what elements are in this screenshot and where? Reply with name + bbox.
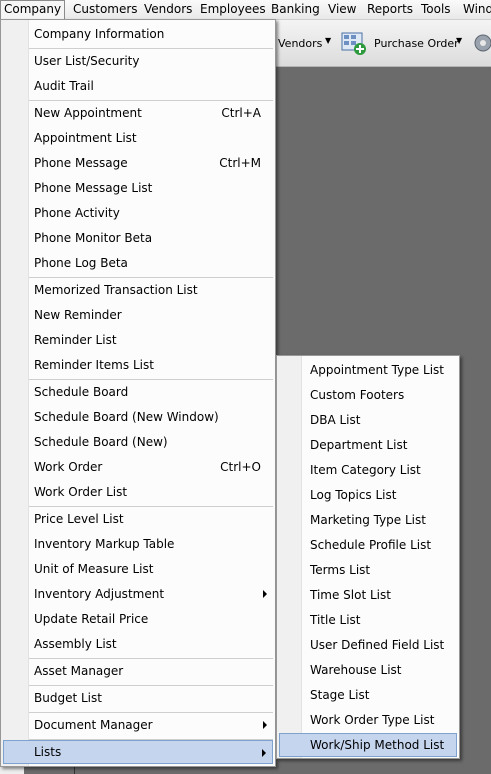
menu-item-user-defined-field-list[interactable]: User Defined Field List (279, 633, 457, 657)
menu-item-update-retail-price[interactable]: Update Retail Price (3, 607, 273, 631)
shortcut-label: Ctrl+A (221, 106, 261, 120)
menu-item-schedule-profile-list[interactable]: Schedule Profile List (279, 533, 457, 557)
menu-item-title-list[interactable]: Title List (279, 608, 457, 632)
menu-item-inventory-markup-table[interactable]: Inventory Markup Table (3, 532, 273, 556)
menu-item-document-manager[interactable]: Document Manager (3, 713, 273, 737)
menu-item-price-level-list[interactable]: Price Level List (3, 507, 273, 531)
menu-item-phone-log-beta[interactable]: Phone Log Beta (3, 251, 273, 275)
company-dropdown-menu: Company Information User List/Security A… (0, 19, 276, 767)
menu-item-assembly-list[interactable]: Assembly List (3, 632, 273, 656)
menu-item-schedule-board-new[interactable]: Schedule Board (New) (3, 430, 273, 454)
menu-item-unit-of-measure-list[interactable]: Unit of Measure List (3, 557, 273, 581)
menu-item-warehouse-list[interactable]: Warehouse List (279, 658, 457, 682)
menu-company[interactable]: Company (0, 0, 66, 19)
menu-item-work-order-list[interactable]: Work Order List (3, 480, 273, 504)
menu-item-stage-list[interactable]: Stage List (279, 683, 457, 707)
submenu-arrow-icon (263, 721, 267, 729)
menu-item-new-appointment[interactable]: New Appointment Ctrl+A (3, 101, 273, 125)
menu-item-asset-manager[interactable]: Asset Manager (3, 659, 273, 683)
chevron-down-icon[interactable]: ▼ (325, 36, 331, 45)
menu-item-marketing-type-list[interactable]: Marketing Type List (279, 508, 457, 532)
menu-item-audit-trail[interactable]: Audit Trail (3, 74, 273, 98)
menu-item-user-list-security[interactable]: User List/Security (3, 49, 273, 73)
menu-item-schedule-board-new-window[interactable]: Schedule Board (New Window) (3, 405, 273, 429)
menu-item-work-ship-method-list[interactable]: Work/Ship Method List (279, 733, 457, 757)
menu-view[interactable]: View (325, 0, 359, 19)
menu-item-work-order[interactable]: Work Order Ctrl+O (3, 455, 273, 479)
submenu-arrow-icon (262, 749, 266, 757)
menu-item-budget-list[interactable]: Budget List (3, 686, 273, 710)
menu-bar: Company Customers Vendors Employees Bank… (0, 0, 491, 20)
menu-tools[interactable]: Tools (418, 0, 454, 19)
shortcut-label: Ctrl+M (219, 156, 261, 170)
menu-item-custom-footers[interactable]: Custom Footers (279, 383, 457, 407)
lists-submenu: Appointment Type List Custom Footers DBA… (276, 355, 460, 759)
menu-item-schedule-board[interactable]: Schedule Board (3, 380, 273, 404)
menu-item-time-slot-list[interactable]: Time Slot List (279, 583, 457, 607)
purchase-order-toolbar-button[interactable]: Purchase Order (374, 37, 459, 50)
menu-item-reminder-items-list[interactable]: Reminder Items List (3, 353, 273, 377)
menu-item-phone-message-list[interactable]: Phone Message List (3, 176, 273, 200)
menu-customers[interactable]: Customers (70, 0, 141, 19)
menu-item-dba-list[interactable]: DBA List (279, 408, 457, 432)
menu-item-appointment-list[interactable]: Appointment List (3, 126, 273, 150)
menu-item-memorized-transaction-list[interactable]: Memorized Transaction List (3, 278, 273, 302)
menu-item-item-category-list[interactable]: Item Category List (279, 458, 457, 482)
menu-banking[interactable]: Banking (268, 0, 323, 19)
menu-item-phone-message[interactable]: Phone Message Ctrl+M (3, 151, 273, 175)
menu-item-company-information[interactable]: Company Information (3, 22, 273, 46)
menu-item-log-topics-list[interactable]: Log Topics List (279, 483, 457, 507)
menu-reports[interactable]: Reports (364, 0, 416, 19)
menu-item-work-order-type-list[interactable]: Work Order Type List (279, 708, 457, 732)
menu-item-appointment-type-list[interactable]: Appointment Type List (279, 358, 457, 382)
menu-item-inventory-adjustment[interactable]: Inventory Adjustment (3, 582, 273, 606)
menu-item-phone-monitor-beta[interactable]: Phone Monitor Beta (3, 226, 273, 250)
menu-item-phone-activity[interactable]: Phone Activity (3, 201, 273, 225)
menu-employees[interactable]: Employees (197, 0, 269, 19)
menu-vendors[interactable]: Vendors (141, 0, 195, 19)
chevron-down-icon[interactable]: ▼ (456, 36, 462, 45)
menu-item-department-list[interactable]: Department List (279, 433, 457, 457)
vendors-toolbar-button[interactable]: Vendors (278, 37, 322, 50)
submenu-arrow-icon (263, 590, 267, 598)
menu-window[interactable]: Wind (460, 0, 491, 19)
shortcut-label: Ctrl+O (220, 460, 261, 474)
gear-icon[interactable] (470, 32, 491, 54)
menu-item-terms-list[interactable]: Terms List (279, 558, 457, 582)
menu-item-new-reminder[interactable]: New Reminder (3, 303, 273, 327)
purchase-order-icon[interactable] (341, 30, 367, 56)
toolbar: Vendors ▼ Purchase Order ▼ (270, 20, 491, 67)
menu-item-lists[interactable]: Lists (3, 740, 273, 764)
menu-item-reminder-list[interactable]: Reminder List (3, 328, 273, 352)
